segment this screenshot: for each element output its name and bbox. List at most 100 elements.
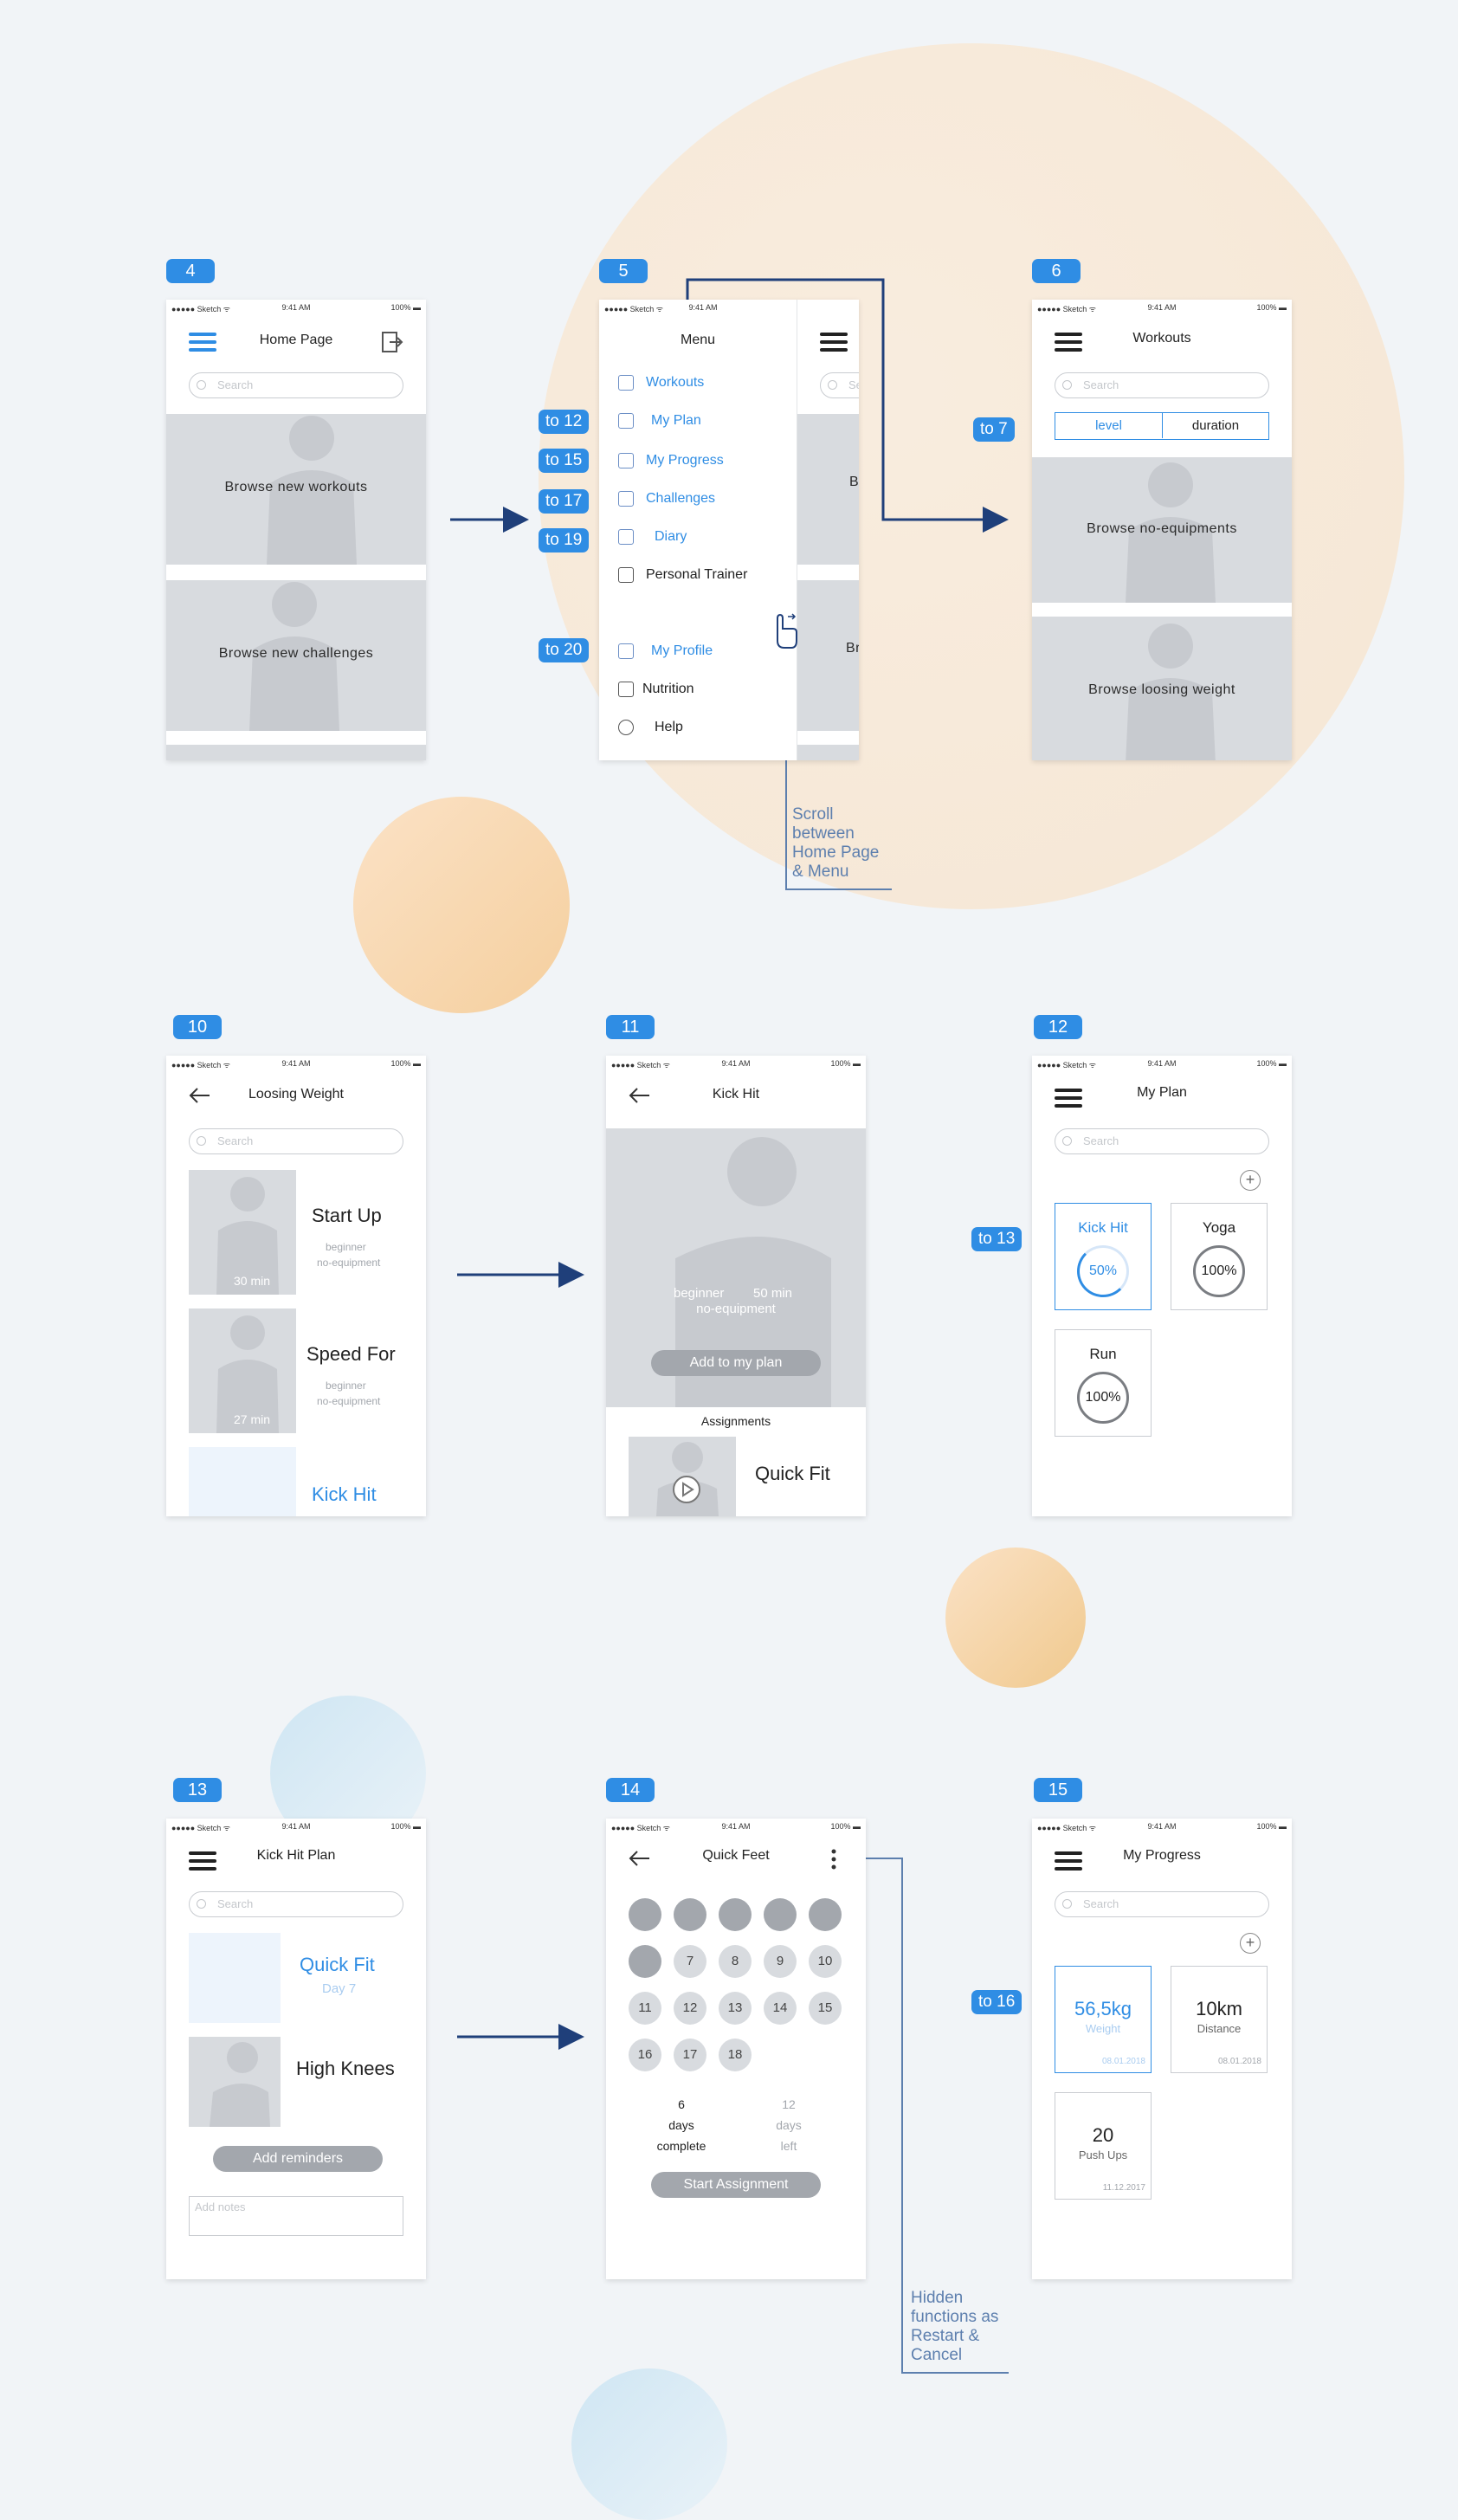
start-assignment-button[interactable]: Start Assignment [651,2172,821,2198]
day-dot[interactable]: 9 [764,1945,797,1978]
list-item[interactable]: 30 min Start Up beginner no-equipment [189,1170,414,1295]
hamburger-menu-icon[interactable] [820,333,848,352]
chart-icon [618,453,634,468]
assignment-item[interactable]: Quick Fit [629,1437,854,1516]
day-dot-complete[interactable] [674,1898,706,1931]
screen-5-menu-peek: ●●●●● Sketch ᯤ9:41 AM100% ▬ Se B Br Menu… [599,300,859,760]
days-complete-stat: 6 days complete [656,2097,706,2153]
plan-card-kick-hit[interactable]: Kick Hit 50% [1055,1203,1152,1310]
screen-10-loosing-weight: ●●●●● Sketch ᯤ 9:41 AM 100% ▬ Loosing Weig… [166,1056,426,1516]
menu-title: Menu [680,333,716,347]
link-tag-to-17[interactable]: to 17 [539,489,590,514]
add-reminders-button[interactable]: Add reminders [213,2146,383,2172]
segment-level[interactable]: level [1055,413,1163,438]
day-dot[interactable]: 15 [809,1992,842,2025]
search-input[interactable]: Search [189,1128,403,1154]
progress-ring: 100% [1193,1245,1245,1297]
add-plan-button[interactable]: + [1240,1170,1261,1191]
day-dot[interactable]: 8 [719,1945,752,1978]
day-dot-complete[interactable] [719,1898,752,1931]
day-dot[interactable]: 10 [809,1945,842,1978]
status-bar: ●●●●● Sketch ᯤ9:41 AM100% ▬ [171,1822,421,1832]
peek-card-2: Br [797,580,859,731]
search-icon [1062,1136,1072,1146]
page-title: Kick Hit Plan [256,1848,336,1863]
notes-textarea[interactable]: Add notes [189,2196,403,2236]
screen-badge-6: 6 [1032,259,1081,283]
day-dot-complete[interactable] [629,1945,661,1978]
progress-card-weight[interactable]: 56,5kg Weight 08.01.2018 [1055,1966,1152,2073]
day-dot[interactable]: 13 [719,1992,752,2025]
add-to-plan-button[interactable]: Add to my plan [651,1350,821,1376]
challenges-card[interactable]: Browse new challenges [166,580,426,731]
link-tag-to-7[interactable]: to 7 [973,417,1015,442]
day-dot[interactable]: 7 [674,1945,706,1978]
list-item-quick-fit[interactable]: Quick Fit Day 7 [189,1933,414,2023]
screen-badge-12: 12 [1034,1015,1082,1039]
assignment-name: Quick Fit [755,1463,830,1484]
peek-card-1: B [797,414,859,565]
screen-badge-5: 5 [599,259,648,283]
page-title: My Progress [1123,1848,1201,1863]
search-input[interactable]: Search [1055,1891,1269,1917]
day-dot-complete[interactable] [809,1898,842,1931]
list-item-high-knees[interactable]: High Knees [189,2037,414,2127]
nutrition-icon [618,682,634,697]
workouts-card[interactable]: Browse new workouts [166,414,426,565]
plan-card-yoga[interactable]: Yoga 100% [1171,1203,1268,1310]
search-icon [1062,380,1072,390]
logout-icon[interactable] [381,331,403,353]
list-item[interactable]: 27 min Speed For beginner no-equipment [189,1308,414,1433]
card-label: Browse new challenges [218,646,374,661]
play-icon[interactable] [672,1475,701,1504]
no-equipments-card[interactable]: Browse no-equipments [1032,457,1292,603]
day-dot-complete[interactable] [629,1898,661,1931]
day-dot-complete[interactable] [764,1898,797,1931]
target-icon [618,491,634,507]
screen-badge-13: 13 [173,1778,222,1802]
trainer-icon [618,567,634,583]
search-icon [828,380,837,390]
home-page-peek[interactable]: Se B Br [797,300,859,760]
screen-11-kick-hit: ●●●●● Sketch ᯤ 9:41 AM 100% ▬ Kick Hit beg… [606,1056,866,1516]
link-tag-to-15[interactable]: to 15 [539,449,590,473]
link-tag-to-12[interactable]: to 12 [539,410,590,434]
assignment-thumbnail [629,1437,736,1516]
book-icon [618,529,634,545]
more-card[interactable] [166,745,426,760]
link-tag-to-20[interactable]: to 20 [539,638,590,662]
search-input[interactable]: Search [189,1891,403,1917]
day-dot[interactable]: 18 [719,2039,752,2071]
thumbnail [189,1933,281,2023]
link-tag-to-19[interactable]: to 19 [539,528,590,552]
day-dot[interactable]: 14 [764,1992,797,2025]
search-icon [197,1136,206,1146]
add-progress-button[interactable]: + [1240,1933,1261,1954]
workout-name: Start Up [312,1205,382,1226]
day-dot[interactable]: 16 [629,2039,661,2071]
link-tag-to-16[interactable]: to 16 [971,1990,1023,2014]
link-tag-to-13[interactable]: to 13 [971,1227,1023,1251]
card-label: Browse no-equipments [1087,521,1237,536]
segment-duration[interactable]: duration [1163,413,1268,438]
search-icon [197,1899,206,1909]
loosing-weight-card[interactable]: Browse loosing weight [1032,617,1292,760]
screen-12-my-plan: ●●●●● Sketch ᯤ 9:41 AM 100% ▬ My Plan Sear… [1032,1056,1292,1516]
day-dot[interactable]: 12 [674,1992,706,2025]
day-dot[interactable]: 11 [629,1992,661,2025]
page-title: Kick Hit [712,1087,760,1102]
search-input[interactable]: Search [1055,1128,1269,1154]
progress-card-distance[interactable]: 10km Distance 08.01.2018 [1171,1966,1268,2073]
day-dot[interactable]: 17 [674,2039,706,2071]
progress-card-push-ups[interactable]: 20 Push Ups 11.12.2017 [1055,2092,1152,2200]
plan-card-run[interactable]: Run 100% [1055,1329,1152,1437]
screen-4-home: ●●●●● Sketch ᯤ 9:41 AM 100% ▬ Home Page Se… [166,300,426,760]
search-input[interactable]: Search [1055,372,1269,398]
list-item[interactable]: Kick Hit [189,1447,414,1516]
search-input[interactable]: Se [820,372,859,398]
assignments-heading: Assignments [700,1414,771,1428]
screen-badge-15: 15 [1034,1778,1082,1802]
status-bar: ●●●●● Sketch ᯤ9:41 AM100% ▬ [611,1059,861,1069]
search-icon [197,380,206,390]
search-input[interactable]: Search [189,372,403,398]
